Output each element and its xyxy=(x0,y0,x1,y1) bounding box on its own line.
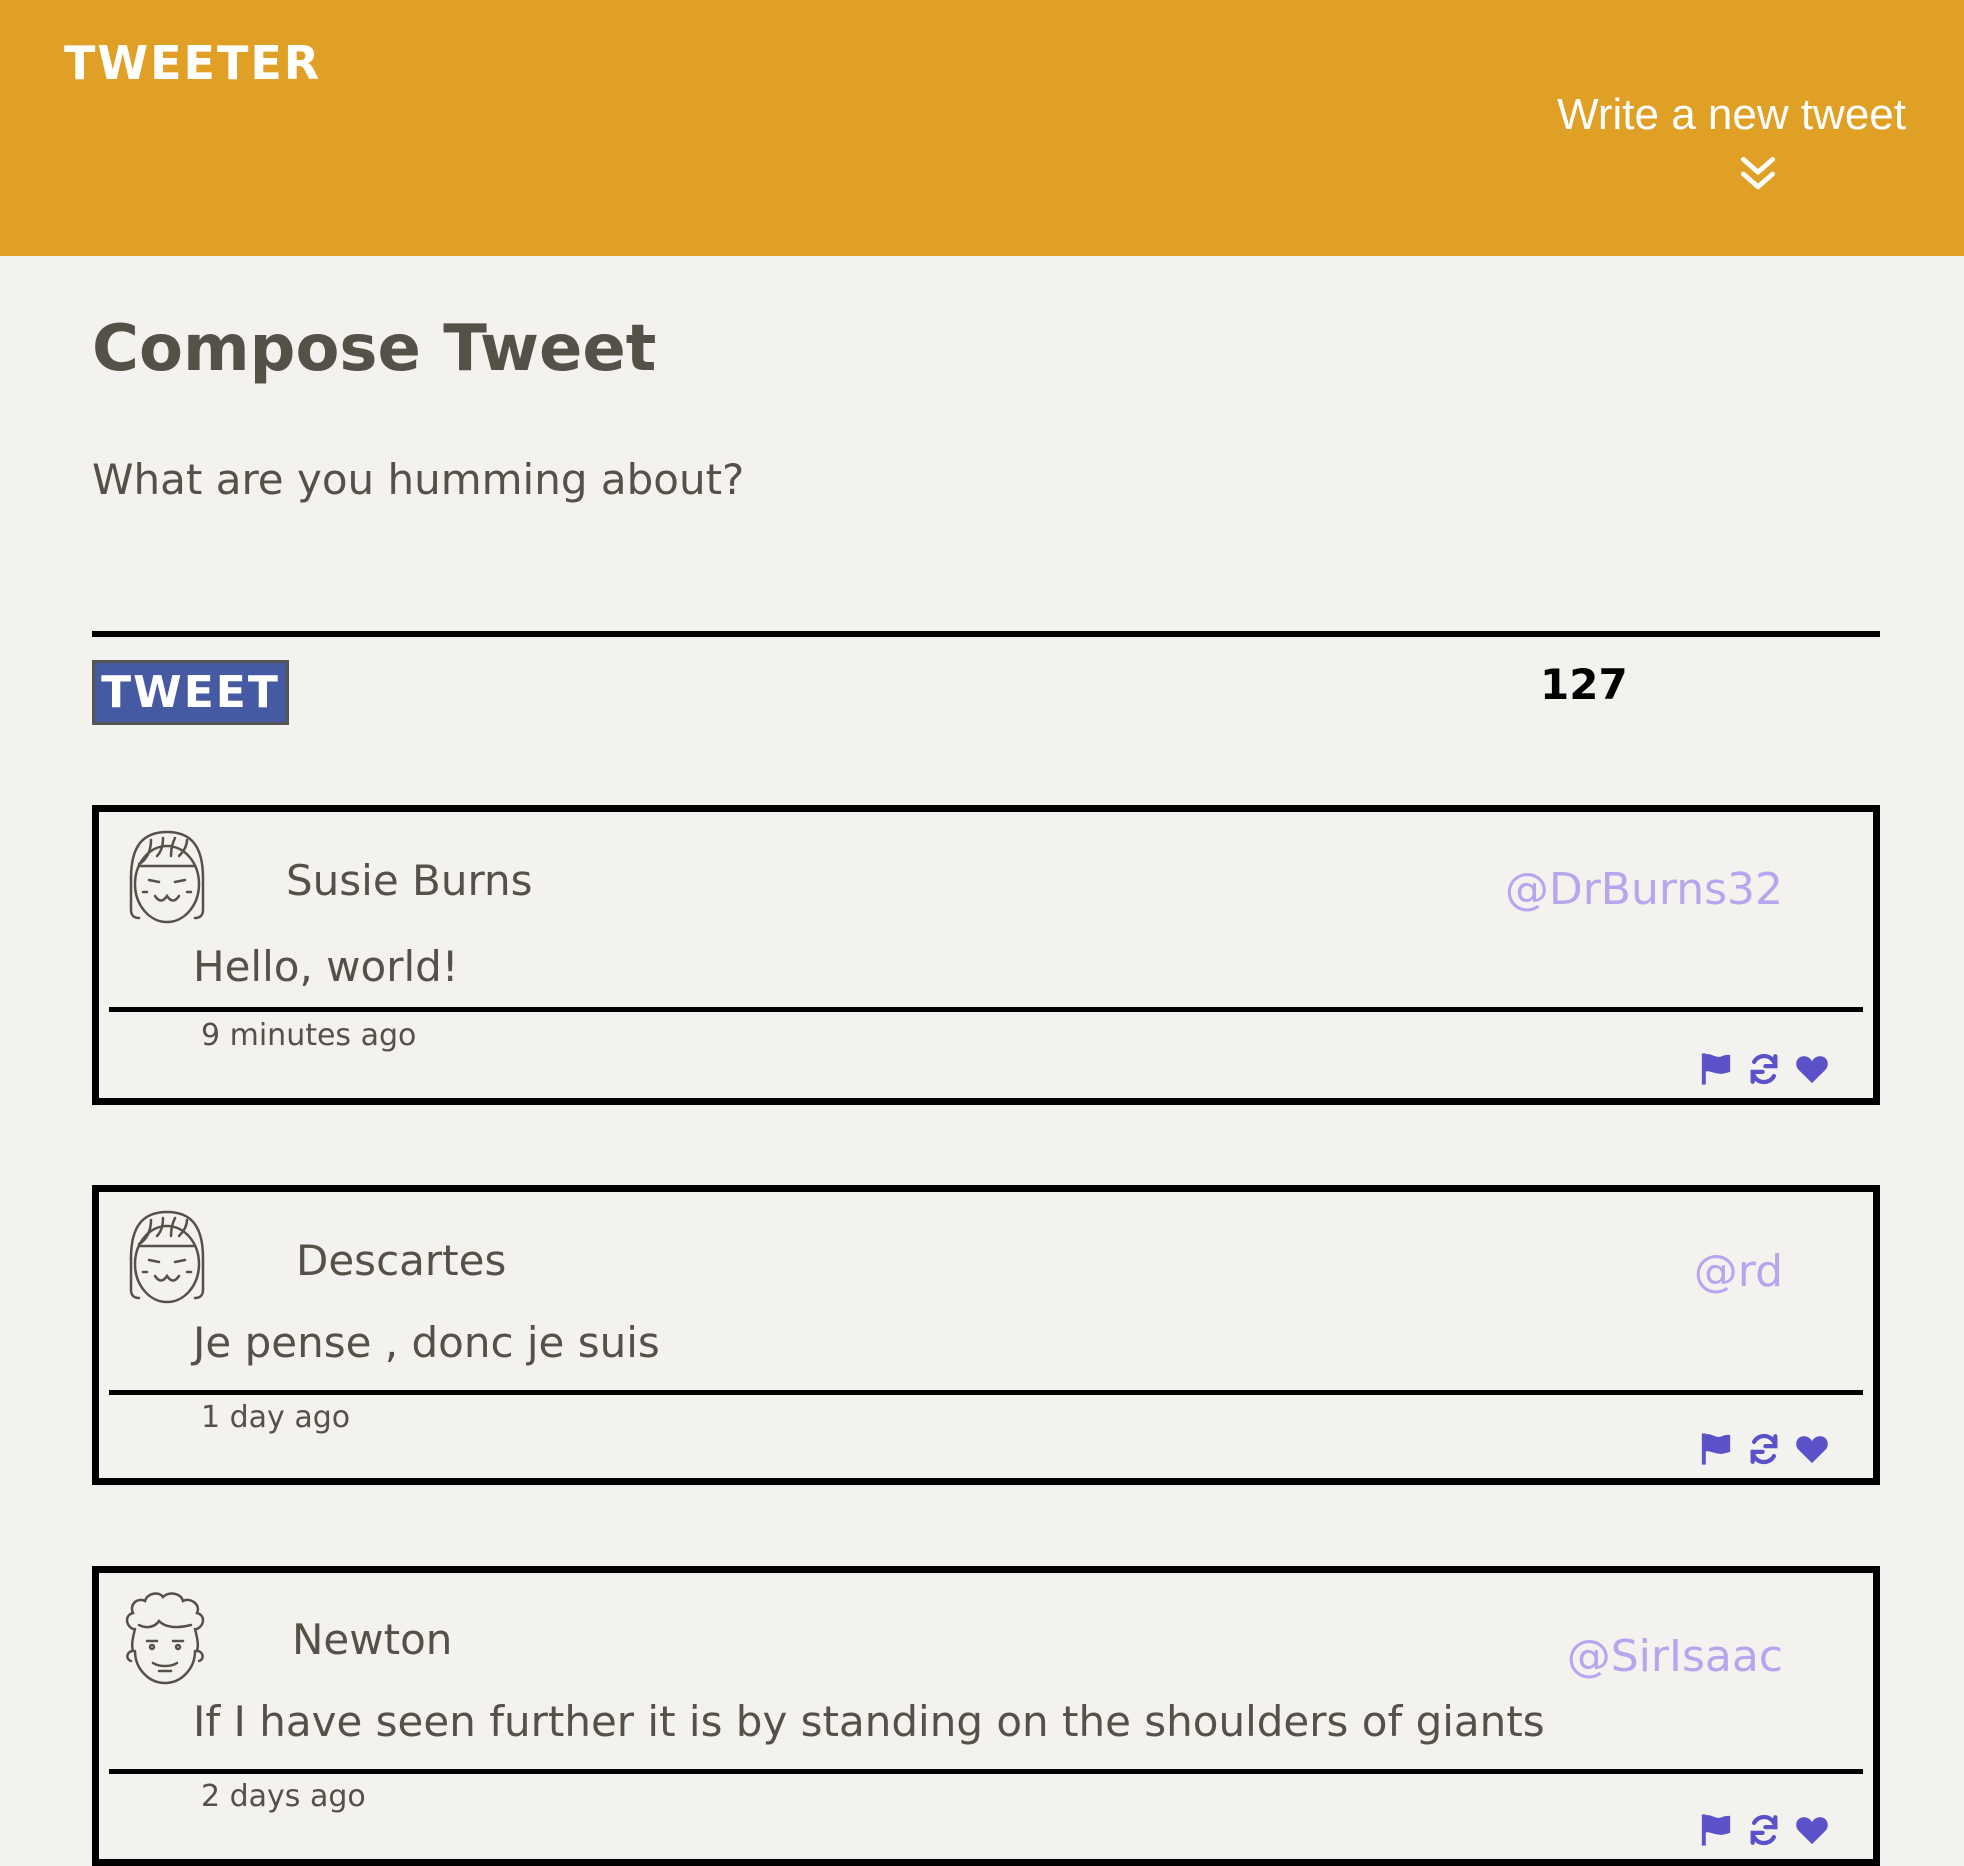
tweet-divider xyxy=(109,1007,1863,1012)
retweet-icon[interactable] xyxy=(1747,1813,1781,1847)
tweet-submit-button[interactable]: TWEET xyxy=(92,660,289,725)
write-new-tweet-label: Write a new tweet xyxy=(1557,90,1906,139)
tweet-card: Susie Burns @DrBurns32 Hello, world! 9 m… xyxy=(92,805,1880,1105)
flag-icon[interactable] xyxy=(1699,1052,1733,1086)
tweet-author-handle[interactable]: @DrBurns32 xyxy=(1505,864,1783,915)
tweet-author-name: Descartes xyxy=(296,1236,507,1285)
double-chevron-down-icon[interactable] xyxy=(1736,152,1780,196)
tweet-timestamp: 2 days ago xyxy=(201,1779,366,1814)
heart-icon[interactable] xyxy=(1795,1813,1829,1847)
curly-hair-avatar-icon xyxy=(125,1592,205,1685)
tweet-author-name: Susie Burns xyxy=(286,856,533,905)
retweet-icon[interactable] xyxy=(1747,1432,1781,1466)
brand-logo[interactable]: TWEETER xyxy=(64,36,321,90)
tweet-body: Je pense , donc je suis xyxy=(193,1318,660,1367)
tweet-timestamp: 9 minutes ago xyxy=(201,1018,417,1053)
tweet-body: If I have seen further it is by standing… xyxy=(193,1697,1545,1746)
flag-icon[interactable] xyxy=(1699,1432,1733,1466)
girl-avatar-icon xyxy=(129,1210,205,1304)
heart-icon[interactable] xyxy=(1795,1052,1829,1086)
tweet-author-handle[interactable]: @SirIsaac xyxy=(1567,1631,1783,1682)
flag-icon[interactable] xyxy=(1699,1813,1733,1847)
write-new-tweet-toggle[interactable]: Write a new tweet xyxy=(1526,90,1906,190)
tweet-timestamp: 1 day ago xyxy=(201,1400,351,1435)
heart-icon[interactable] xyxy=(1795,1432,1829,1466)
tweet-card: Descartes @rd Je pense , donc je suis 1 … xyxy=(92,1185,1880,1485)
tweet-author-handle[interactable]: @rd xyxy=(1694,1246,1783,1297)
tweet-text-input[interactable] xyxy=(92,445,1880,637)
retweet-icon[interactable] xyxy=(1747,1052,1781,1086)
tweet-actions xyxy=(1699,1052,1829,1086)
tweet-divider xyxy=(109,1769,1863,1774)
tweet-actions xyxy=(1699,1813,1829,1847)
tweet-author-name: Newton xyxy=(292,1615,453,1664)
tweet-actions xyxy=(1699,1432,1829,1466)
tweet-divider xyxy=(109,1390,1863,1395)
char-counter: 127 xyxy=(1540,660,1628,709)
tweet-body: Hello, world! xyxy=(193,942,459,991)
girl-avatar-icon xyxy=(129,830,205,924)
top-nav: TWEETER Write a new tweet xyxy=(0,0,1964,256)
tweet-card: Newton @SirIsaac If I have seen further … xyxy=(92,1566,1880,1866)
compose-title: Compose Tweet xyxy=(92,312,657,386)
